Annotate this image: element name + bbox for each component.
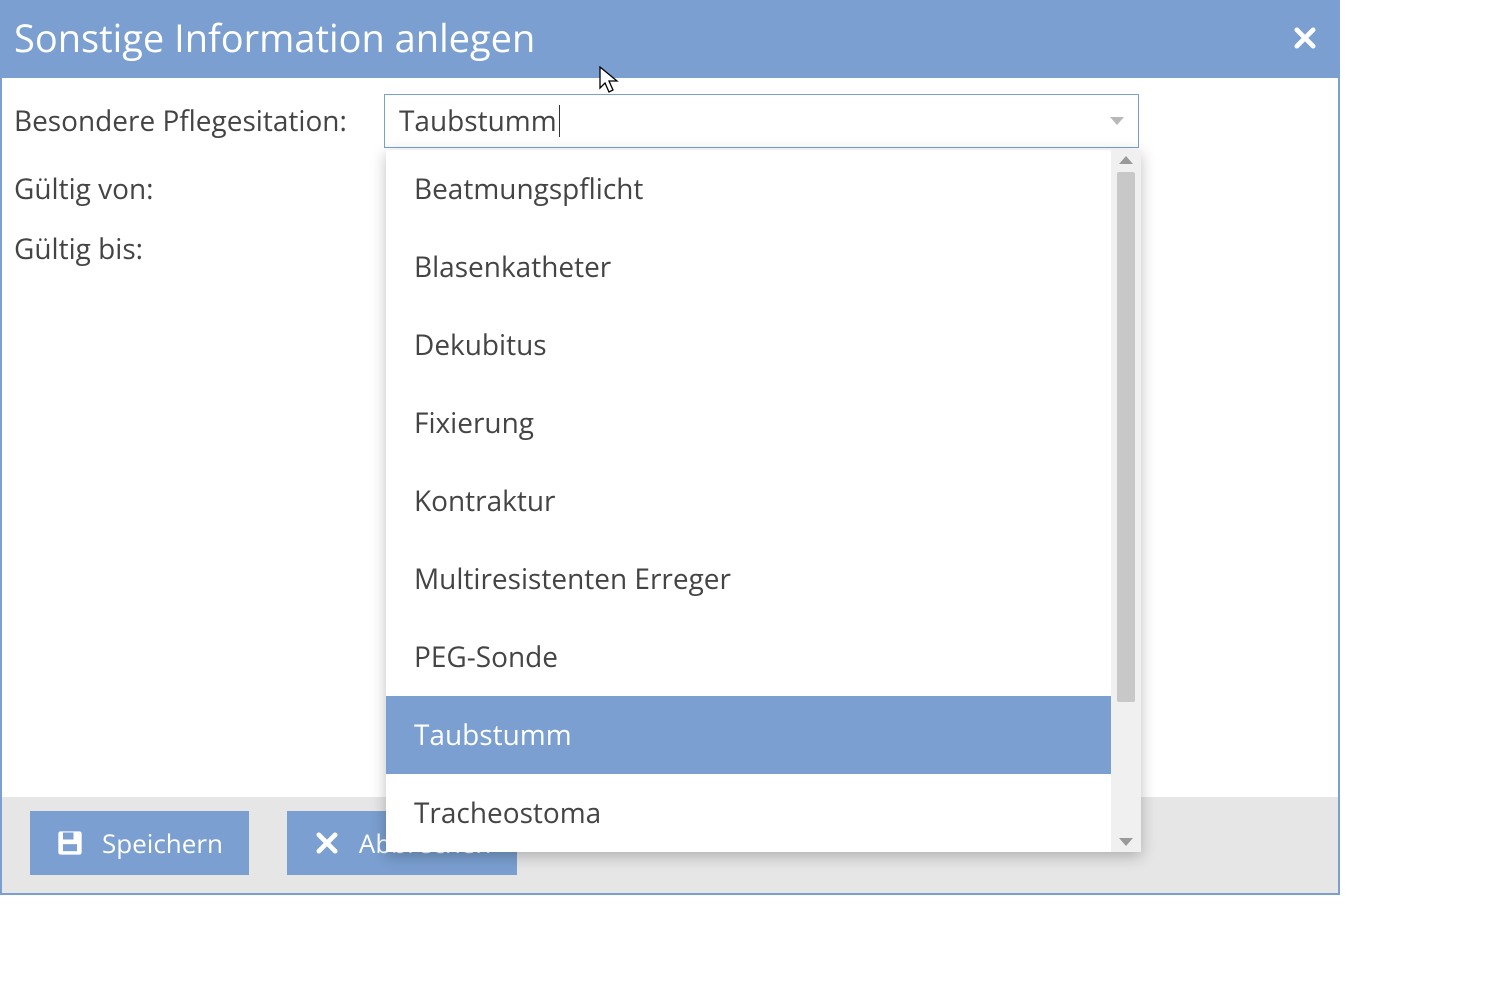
text-caret-icon (559, 105, 560, 137)
save-icon (56, 829, 84, 857)
dropdown-option[interactable]: Blasenkatheter (386, 228, 1111, 306)
dropdown-option[interactable]: Taubstumm (386, 696, 1111, 774)
dropdown-option[interactable]: Dekubitus (386, 306, 1111, 384)
dialog-title: Sonstige Information anlegen (14, 12, 535, 64)
row-pflegesituation: Besondere Pflegesitation: Taubstumm (14, 94, 1326, 148)
combo-value: Taubstumm (399, 102, 1110, 140)
combo-value-text: Taubstumm (399, 102, 557, 140)
scroll-up-icon[interactable] (1119, 156, 1133, 164)
scroll-thumb[interactable] (1117, 172, 1135, 702)
label-pflegesituation: Besondere Pflegesitation: (14, 102, 384, 140)
dropdown-option[interactable]: Kontraktur (386, 462, 1111, 540)
dropdown-option[interactable]: Tracheostoma (386, 774, 1111, 852)
label-gueltig-von: Gültig von: (14, 170, 384, 208)
dialog-body: Besondere Pflegesitation: Taubstumm Gült… (2, 78, 1338, 797)
dropdown-scrollbar[interactable] (1111, 150, 1141, 852)
close-icon[interactable] (1290, 23, 1320, 53)
scroll-down-icon[interactable] (1119, 838, 1133, 846)
save-button[interactable]: Speichern (30, 811, 249, 875)
combo-pflegesituation-wrap: Taubstumm (384, 94, 1139, 148)
combo-pflegesituation[interactable]: Taubstumm (384, 94, 1139, 148)
dropdown-option[interactable]: PEG-Sonde (386, 618, 1111, 696)
dropdown-option[interactable]: Beatmungspflicht (386, 150, 1111, 228)
label-gueltig-bis: Gültig bis: (14, 230, 384, 268)
combo-dropdown: BeatmungspflichtBlasenkatheterDekubitusF… (386, 150, 1141, 852)
chevron-down-icon[interactable] (1110, 117, 1124, 125)
dialog-sonstige-information: Sonstige Information anlegen Besondere P… (0, 0, 1340, 895)
save-button-label: Speichern (102, 825, 223, 861)
dropdown-option[interactable]: Multiresistenten Erreger (386, 540, 1111, 618)
dropdown-list: BeatmungspflichtBlasenkatheterDekubitusF… (386, 150, 1111, 852)
cancel-icon (313, 829, 341, 857)
dropdown-option[interactable]: Fixierung (386, 384, 1111, 462)
titlebar: Sonstige Information anlegen (2, 2, 1338, 78)
